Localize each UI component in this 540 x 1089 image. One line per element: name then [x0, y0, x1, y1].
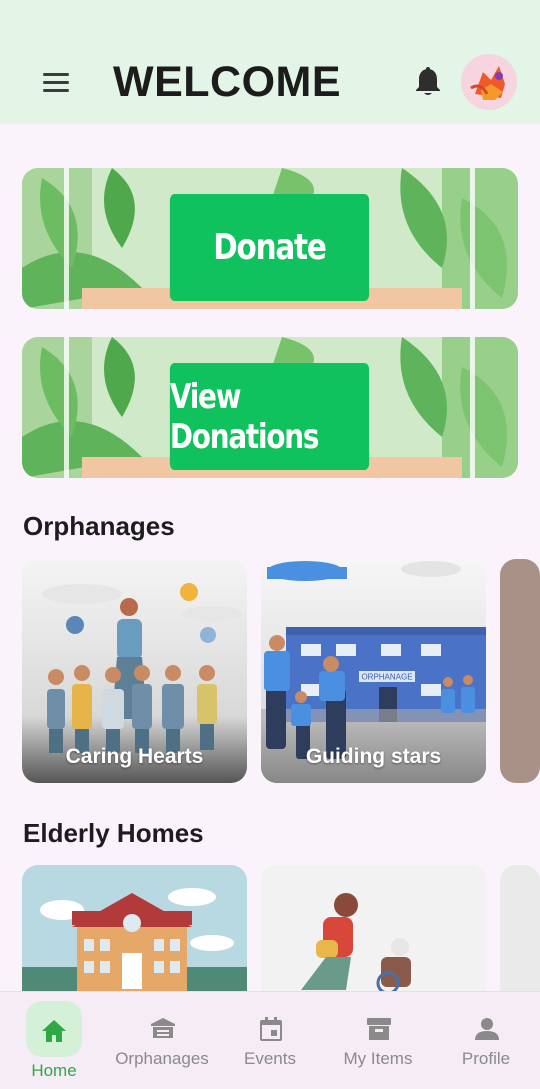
orphanages-section-title: Orphanages	[23, 511, 175, 541]
orphanage-name: Caring Hearts	[65, 745, 204, 768]
avatar-image	[461, 54, 517, 110]
nav-label: My Items	[343, 1049, 413, 1068]
nav-orphanages[interactable]: Orphanages	[108, 992, 216, 1089]
notification-bell-icon[interactable]	[413, 66, 443, 98]
orphanage-card-partial[interactable]	[500, 559, 540, 783]
calendar-icon	[260, 1017, 282, 1041]
menu-button[interactable]	[40, 70, 72, 96]
home-icon	[42, 1020, 66, 1042]
nav-home[interactable]: Home	[0, 992, 108, 1089]
orphanage-card-guiding-stars[interactable]: ORPHANAGE Guiding stars	[261, 559, 486, 783]
hamburger-icon-line	[43, 81, 69, 84]
nav-label: Events	[244, 1049, 296, 1068]
building-icon	[151, 1018, 175, 1038]
view-donations-button[interactable]: View Donations	[169, 363, 370, 470]
nav-my-items[interactable]: My Items	[324, 992, 432, 1089]
bottom-navigation: Home Orphanages Events My Items Profile	[0, 991, 540, 1089]
page-title: WELCOME	[113, 58, 342, 106]
donate-banner[interactable]: Donate	[22, 168, 518, 309]
nav-profile[interactable]: Profile	[432, 992, 540, 1089]
archive-icon	[367, 1018, 391, 1040]
hamburger-icon	[43, 73, 69, 76]
nav-label: Home	[31, 1061, 77, 1080]
person-icon	[475, 1018, 499, 1040]
donate-button[interactable]: Donate	[169, 194, 370, 301]
elderly-homes-section-title: Elderly Homes	[23, 818, 204, 848]
view-donations-banner[interactable]: View Donations	[22, 337, 518, 478]
hamburger-icon-line	[43, 89, 69, 92]
nav-label: Orphanages	[115, 1049, 209, 1068]
nav-label: Profile	[461, 1049, 511, 1068]
avatar[interactable]	[461, 54, 517, 110]
orphanage-card-caring-hearts[interactable]: Caring Hearts	[22, 559, 247, 783]
orphanage-name: Guiding stars	[305, 745, 442, 768]
nav-events[interactable]: Events	[216, 992, 324, 1089]
app-header: WELCOME	[0, 0, 540, 124]
orphanage-building-sign: ORPHANAGE	[361, 673, 412, 682]
